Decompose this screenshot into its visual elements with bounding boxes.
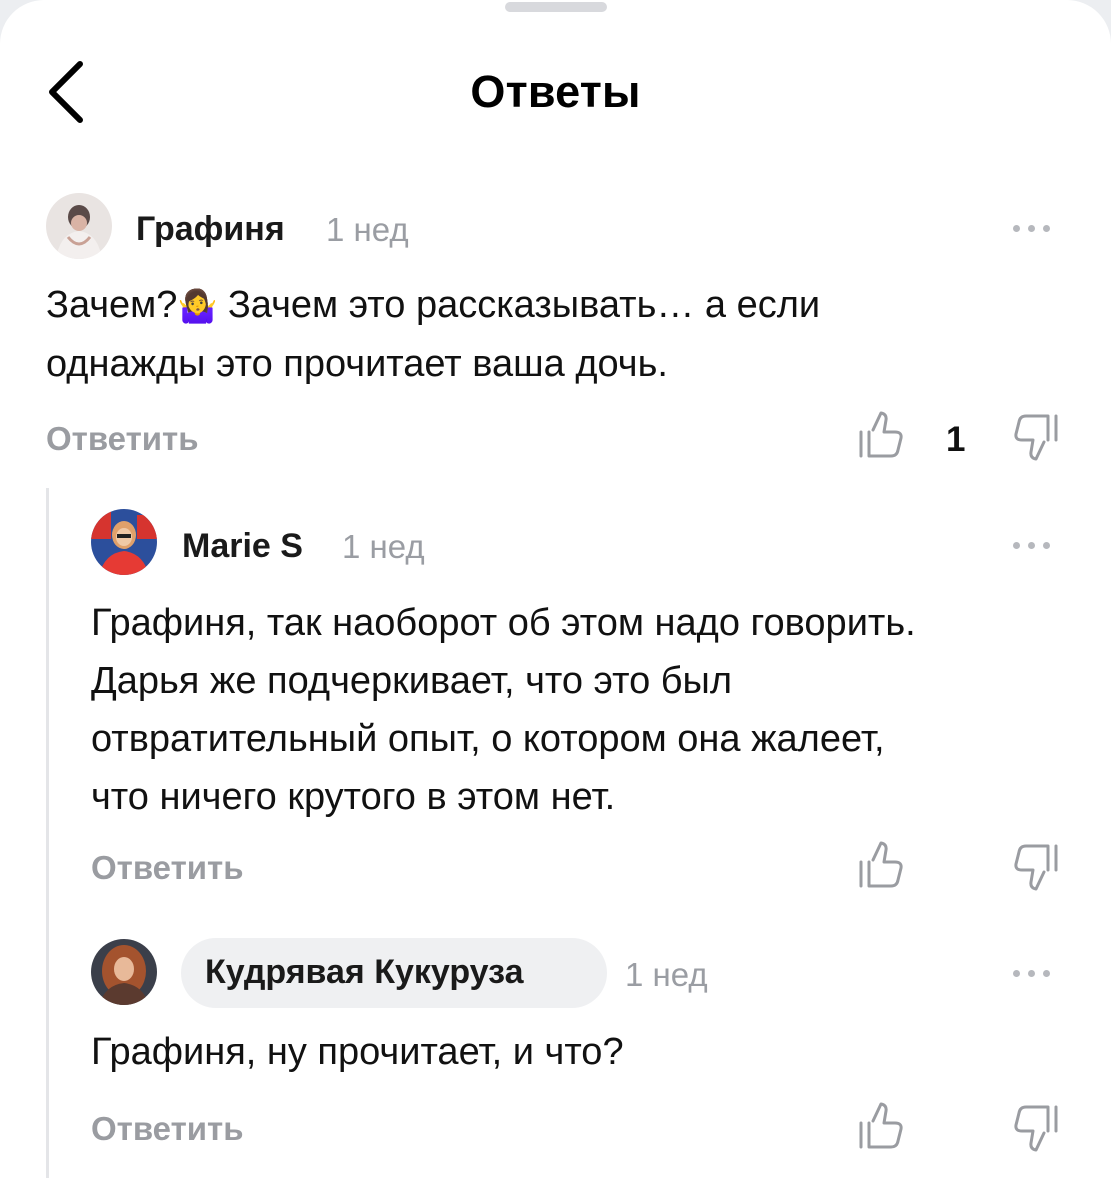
thumbs-down-icon bbox=[1014, 844, 1058, 891]
comment-text: Графиня, ну прочитает, и что? bbox=[91, 1023, 1091, 1081]
like-button[interactable] bbox=[857, 840, 905, 892]
like-button[interactable] bbox=[857, 410, 905, 462]
comment-author[interactable]: Графиня bbox=[136, 210, 285, 249]
thumbs-down-icon bbox=[1014, 1105, 1058, 1152]
comment-text-line: Графиня, ну прочитает, и что? bbox=[91, 1031, 624, 1073]
comment-time: 1 нед bbox=[326, 211, 409, 248]
thumbs-up-icon bbox=[859, 411, 903, 458]
comment-text-part: Зачем? bbox=[46, 284, 178, 326]
thread-line bbox=[46, 488, 49, 1178]
like-button[interactable] bbox=[857, 1101, 905, 1153]
page-title: Ответы bbox=[470, 66, 641, 117]
comment-text: Зачем?🤷‍♀️ Зачем это рассказывать… а есл… bbox=[46, 276, 1066, 393]
comment-text-part: Зачем это рассказывать… а если bbox=[217, 284, 821, 326]
thumbs-down-icon bbox=[1014, 414, 1058, 461]
dislike-button[interactable] bbox=[1012, 412, 1060, 464]
comment-text-line: отвратительный опыт, о котором она жалее… bbox=[91, 718, 885, 760]
comment-text-part: однажды это прочитает ваша дочь. bbox=[46, 343, 668, 385]
replies-sheet: Ответы Графиня 1 нед Зачем?🤷‍♀️ Зачем эт… bbox=[0, 0, 1111, 1200]
sheet-grabber[interactable] bbox=[505, 2, 607, 12]
comment-time: 1 нед bbox=[342, 528, 425, 565]
comment-author[interactable]: Кудрявая Кукуруза bbox=[205, 953, 523, 992]
dislike-button[interactable] bbox=[1012, 1103, 1060, 1155]
comment-author[interactable]: Marie S bbox=[182, 527, 303, 566]
comment-text: Графиня, так наоборот об этом надо говор… bbox=[91, 594, 1091, 826]
thumbs-up-icon bbox=[859, 1102, 903, 1149]
more-options-button[interactable] bbox=[1013, 535, 1057, 555]
reply-button[interactable]: Ответить bbox=[91, 1110, 244, 1148]
reply-button[interactable]: Ответить bbox=[91, 849, 244, 887]
comment-text-line: Дарья же подчеркивает, что это был bbox=[91, 660, 733, 702]
avatar-grafinya[interactable] bbox=[46, 193, 112, 259]
more-options-button[interactable] bbox=[1013, 963, 1057, 983]
more-options-button[interactable] bbox=[1013, 218, 1057, 238]
avatar-marie-s[interactable] bbox=[91, 509, 157, 575]
avatar-kudryavaya-kukuruza[interactable] bbox=[91, 939, 157, 1005]
author-chip[interactable]: Кудрявая Кукуруза bbox=[181, 938, 607, 1008]
like-count: 1 bbox=[946, 420, 966, 459]
thumbs-up-icon bbox=[859, 841, 903, 888]
shrug-emoji: 🤷‍♀️ bbox=[177, 288, 218, 324]
dislike-button[interactable] bbox=[1012, 842, 1060, 894]
comment-text-line: что ничего крутого в этом нет. bbox=[91, 776, 616, 818]
comment-text-line: Графиня, так наоборот об этом надо говор… bbox=[91, 602, 916, 644]
reply-button[interactable]: Ответить bbox=[46, 420, 199, 458]
comment-time: 1 нед bbox=[625, 956, 708, 993]
